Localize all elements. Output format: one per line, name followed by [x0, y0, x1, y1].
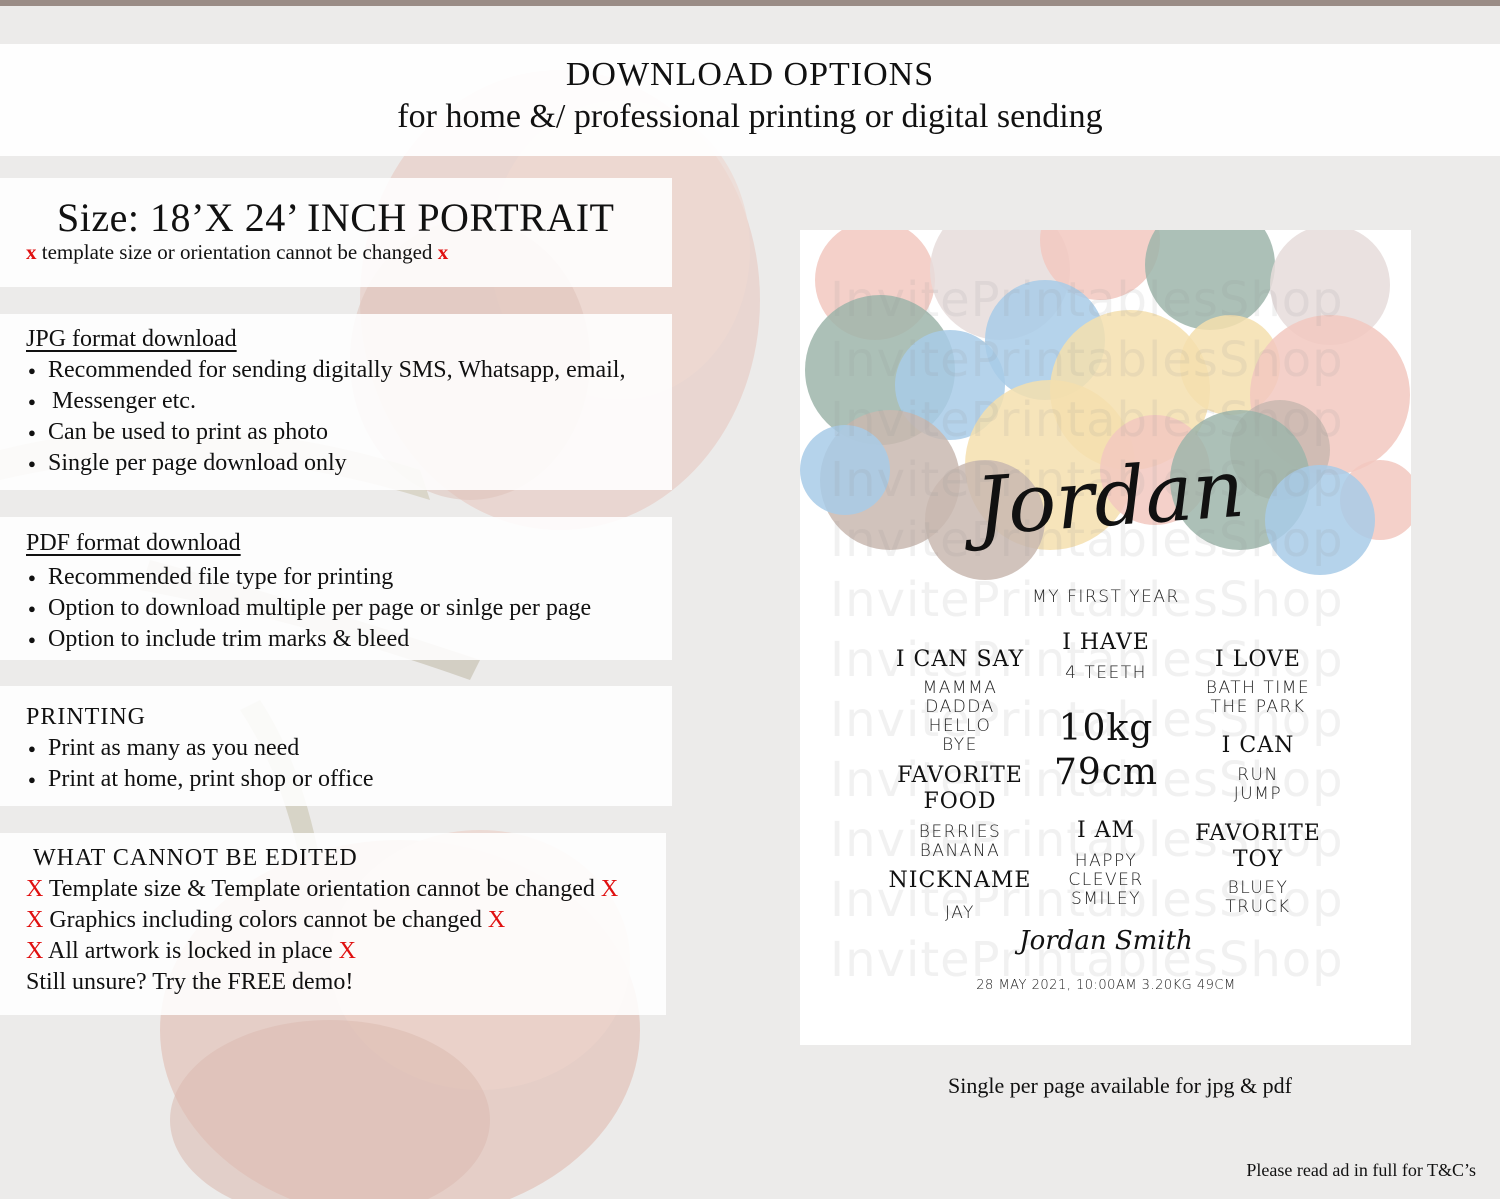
list-item: Option to include trim marks & bleed: [0, 624, 672, 655]
height-value: 79cm: [1053, 752, 1159, 793]
favorite-toy-title-line: TOY: [1232, 847, 1284, 872]
pdf-format-panel: PDF format download Recommended file typ…: [0, 517, 672, 660]
printing-panel: PRINTING Print as many as you need Print…: [0, 686, 672, 806]
list-item: Can be used to print as photo: [0, 417, 672, 448]
red-x-mark: X: [600, 876, 619, 902]
list-item: Recommended for sending digitally SMS, W…: [0, 355, 672, 386]
weight-value: 10kg: [1058, 708, 1154, 749]
i-can-title: I CAN: [1221, 733, 1295, 758]
favorite-food-list: BERRIES BANANA: [880, 823, 1040, 861]
red-x-mark: X: [26, 876, 44, 902]
availability-caption: Single per page available for jpg & pdf: [948, 1073, 1292, 1098]
demo-note: Still unsure? Try the FREE demo!: [26, 969, 354, 995]
i-can-say-title: I CAN SAY: [895, 647, 1025, 672]
i-love-title: I LOVE: [1215, 647, 1301, 672]
i-can-list: RUN JUMP: [1178, 766, 1338, 804]
list-item: Option to download multiple per page or …: [0, 593, 672, 624]
list-item: Recommended file type for printing: [0, 562, 672, 593]
poster-subtitle: MY FIRST YEAR: [1032, 587, 1180, 607]
favorite-toy-list: BLUEY TRUCK: [1178, 879, 1338, 917]
size-panel: Size: 18’X 24’ INCH PORTRAIT x template …: [0, 178, 672, 287]
watermark-text: InvitePrintablesShop: [830, 272, 1344, 328]
list-item: BATH TIME: [1205, 678, 1311, 698]
list-item: Print at home, print shop or office: [0, 764, 672, 795]
list-item: Print as many as you need: [0, 733, 672, 764]
list-item: RUN: [1237, 765, 1279, 785]
page-subtitle: for home &/ professional printing or dig…: [397, 98, 1103, 135]
restriction-line: X All artwork is locked in place X: [0, 936, 666, 967]
list-item: BANANA: [919, 841, 1001, 861]
red-x-mark: x: [437, 240, 449, 264]
cannot-edit-panel: WHAT CANNOT BE EDITED X Template size & …: [0, 833, 666, 1015]
i-can-say-list: MAMMA DADDA HELLO BYE: [880, 679, 1040, 755]
list-item: Single per page download only: [0, 448, 672, 479]
list-item: JUMP: [1233, 784, 1283, 804]
list-item: MAMMA: [922, 678, 998, 698]
restriction-line: X Graphics including colors cannot be ch…: [0, 905, 666, 936]
favorite-food-title-line: FOOD: [923, 789, 997, 814]
list-item: BLUEY: [1227, 878, 1289, 898]
i-am-title: I AM: [1076, 818, 1136, 843]
cannot-edit-title: WHAT CANNOT BE EDITED: [33, 845, 358, 871]
printing-title: PRINTING: [26, 704, 146, 730]
birth-details: 28 MAY 2021, 10:00AM 3.20KG 49CM: [976, 978, 1236, 993]
list-item: TRUCK: [1225, 897, 1291, 917]
size-note: x template size or orientation cannot be…: [0, 237, 672, 268]
pdf-title: PDF format download: [26, 530, 241, 556]
nickname-title: NICKNAME: [888, 868, 1032, 893]
poster-preview: InvitePrintablesShop InvitePrintablesSho…: [800, 230, 1411, 1045]
list-item: BYE: [942, 735, 978, 755]
jpg-title: JPG format download: [26, 326, 237, 352]
red-x-mark: x: [26, 240, 37, 264]
jpg-format-panel: JPG format download Recommended for send…: [0, 314, 672, 490]
watermark-text: InvitePrintablesShop: [830, 392, 1344, 448]
i-have-title: I HAVE: [1062, 630, 1150, 655]
red-x-mark: X: [338, 938, 356, 964]
terms-footnote: Please read ad in full for T&C’s: [1246, 1160, 1476, 1180]
restriction-text: All artwork is locked in place: [48, 938, 333, 964]
list-item-continuation: Messenger etc.: [0, 386, 672, 417]
i-have-value: 4 TEETH: [1065, 663, 1147, 683]
favorite-toy-title-line: FAVORITE: [1195, 821, 1321, 846]
red-x-mark: X: [487, 907, 506, 933]
restriction-text: Template size & Template orientation can…: [48, 876, 595, 902]
restriction-line: X Template size & Template orientation c…: [0, 874, 666, 905]
list-item: SMILEY: [1070, 889, 1142, 909]
header-banner: DOWNLOAD OPTIONS for home &/ professiona…: [0, 44, 1500, 156]
red-x-mark: X: [26, 907, 44, 933]
favorite-food-title: FAVORITE FOOD: [880, 763, 1040, 815]
list-item: HAPPY: [1074, 851, 1138, 871]
size-title: Size: 18’X 24’ INCH PORTRAIT: [57, 195, 615, 240]
favorite-food-title-line: FAVORITE: [897, 763, 1023, 788]
signature-name: Jordan Smith: [1019, 926, 1193, 956]
red-x-mark: X: [26, 938, 44, 964]
list-item: CLEVER: [1068, 870, 1144, 890]
watermark-text: InvitePrintablesShop: [830, 332, 1344, 388]
list-item: THE PARK: [1210, 697, 1306, 717]
list-item: HELLO: [928, 716, 992, 736]
favorite-toy-title: FAVORITE TOY: [1178, 821, 1338, 873]
nickname-value: JAY: [945, 903, 975, 923]
size-note-text: template size or orientation cannot be c…: [41, 240, 433, 264]
list-item: BERRIES: [918, 822, 1002, 842]
page-title: DOWNLOAD OPTIONS: [565, 56, 935, 93]
list-item: DADDA: [925, 697, 995, 717]
i-am-list: HAPPY CLEVER SMILEY: [1026, 852, 1186, 909]
i-love-list: BATH TIME THE PARK: [1178, 679, 1338, 717]
restriction-text: Graphics including colors cannot be chan…: [49, 907, 482, 933]
